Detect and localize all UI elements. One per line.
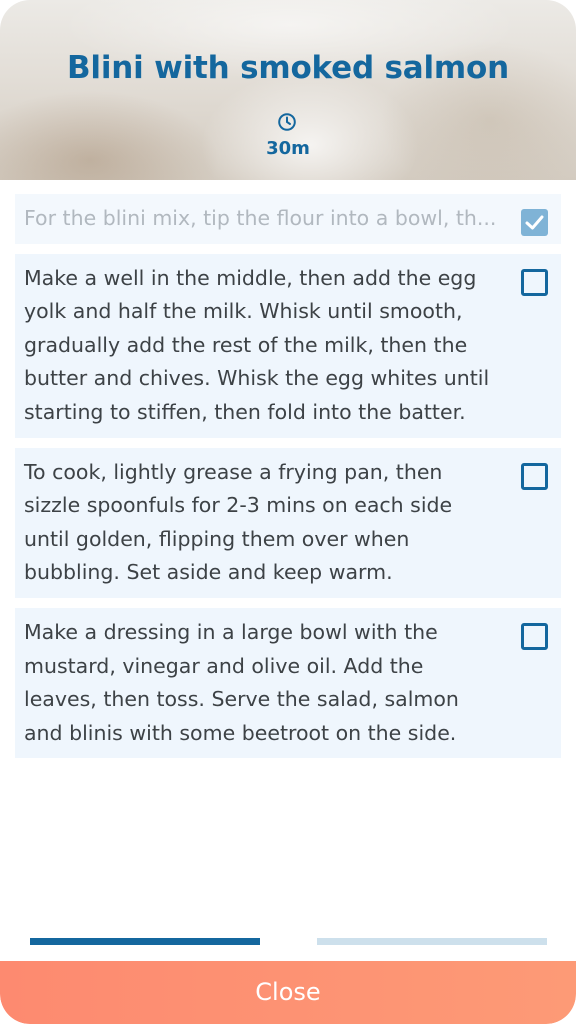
close-button[interactable]: Close bbox=[0, 961, 576, 1024]
step-text: To cook, lightly grease a frying pan, th… bbox=[24, 459, 453, 585]
step-checkbox[interactable] bbox=[521, 209, 548, 236]
method-step[interactable]: Make a well in the middle, then add the … bbox=[15, 253, 561, 438]
recipe-time: 30m bbox=[266, 138, 310, 159]
header-background-image bbox=[0, 90, 220, 180]
checkmark-icon bbox=[525, 215, 544, 230]
recipe-title: Blini with smoked salmon bbox=[66, 50, 510, 86]
recipe-method-card: Blini with smoked salmon 30m For the bli… bbox=[0, 0, 576, 1024]
method-step[interactable]: For the blini mix, tip the flour into a … bbox=[15, 194, 561, 244]
recipe-header: Blini with smoked salmon 30m bbox=[0, 0, 576, 180]
step-checkbox[interactable] bbox=[521, 268, 548, 296]
step-text: Make a dressing in a large bowl with the… bbox=[24, 619, 459, 745]
step-checkbox[interactable] bbox=[521, 462, 548, 490]
page-indicator bbox=[30, 938, 547, 946]
method-steps-list: For the blini mix, tip the flour into a … bbox=[15, 194, 561, 768]
method-step[interactable]: Make a dressing in a large bowl with the… bbox=[15, 607, 561, 759]
clock-icon bbox=[278, 113, 296, 131]
step-text: Make a well in the middle, then add the … bbox=[24, 265, 490, 424]
step-text: For the blini mix, tip the flour into a … bbox=[24, 206, 497, 230]
page-indicator-active[interactable] bbox=[30, 938, 260, 945]
page-indicator-inactive[interactable] bbox=[317, 938, 547, 945]
method-step[interactable]: To cook, lightly grease a frying pan, th… bbox=[15, 447, 561, 598]
step-checkbox[interactable] bbox=[521, 622, 548, 650]
